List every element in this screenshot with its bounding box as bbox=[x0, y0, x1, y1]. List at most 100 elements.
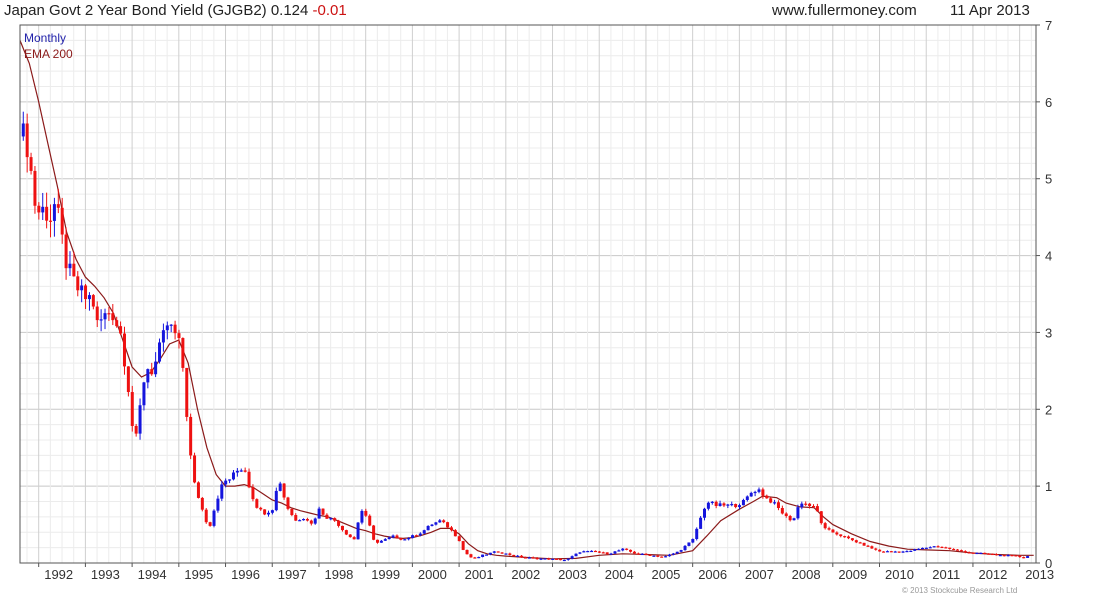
candle-body bbox=[889, 551, 893, 553]
candle-body bbox=[917, 548, 921, 551]
candle-body bbox=[558, 558, 562, 561]
candle-body bbox=[52, 204, 56, 221]
candle-body bbox=[387, 537, 391, 540]
candle-body bbox=[138, 405, 142, 434]
candle-body bbox=[407, 538, 411, 540]
candle-body bbox=[547, 558, 551, 560]
candle-body bbox=[321, 508, 325, 515]
x-tick-label: 2012 bbox=[978, 567, 1007, 582]
x-tick-label: 2002 bbox=[511, 567, 540, 582]
candle-body bbox=[987, 553, 991, 555]
candle-body bbox=[181, 338, 185, 368]
candle-body bbox=[383, 539, 387, 541]
x-tick-label: 1999 bbox=[371, 567, 400, 582]
x-tick-label: 2001 bbox=[465, 567, 494, 582]
candle-body bbox=[146, 369, 150, 383]
candle-body bbox=[395, 535, 399, 539]
candle-body bbox=[270, 510, 274, 513]
candle-body bbox=[570, 556, 574, 559]
candle-body bbox=[1002, 555, 1006, 557]
candle-body bbox=[446, 522, 450, 528]
candle-body bbox=[878, 549, 882, 552]
candle-body bbox=[905, 551, 909, 553]
candle-body bbox=[150, 369, 154, 375]
x-axis: 1992 1993 1994 1995 1996 1997 1998 1999 2000 2001… bbox=[38, 563, 1054, 582]
candle-body bbox=[683, 545, 687, 551]
x-tick-label: 2003 bbox=[558, 567, 587, 582]
candle-body bbox=[632, 551, 636, 554]
candle-body bbox=[107, 313, 111, 315]
candle-body bbox=[601, 552, 605, 554]
candle-body bbox=[936, 546, 940, 548]
candle-body bbox=[971, 552, 975, 554]
candle-body bbox=[956, 549, 960, 551]
candle-body bbox=[769, 498, 773, 503]
candle-body bbox=[60, 207, 64, 235]
candle-body bbox=[695, 528, 699, 540]
ema-200-line bbox=[19, 40, 1034, 560]
candle-body bbox=[263, 509, 267, 515]
candle-body bbox=[165, 325, 169, 331]
candle-body bbox=[897, 551, 901, 553]
candle-body bbox=[173, 324, 177, 334]
candle-body bbox=[255, 499, 259, 508]
candle-body bbox=[901, 551, 905, 553]
candle-body bbox=[228, 479, 232, 481]
x-tick-label: 1992 bbox=[44, 567, 73, 582]
candle-body bbox=[87, 295, 91, 300]
candle-body bbox=[562, 559, 566, 562]
candle-body bbox=[457, 536, 461, 542]
candle-body bbox=[368, 515, 372, 526]
x-tick-label: 2009 bbox=[838, 567, 867, 582]
y-tick-label: 3 bbox=[1045, 325, 1052, 340]
candle-body bbox=[481, 554, 485, 557]
y-tick-label: 7 bbox=[1045, 18, 1052, 33]
candle-body bbox=[991, 553, 995, 556]
candle-body bbox=[523, 557, 527, 559]
candle-body bbox=[706, 502, 710, 509]
candle-body bbox=[216, 498, 220, 511]
candle-body bbox=[337, 520, 341, 526]
candle-body bbox=[652, 555, 656, 557]
x-tick-label: 2006 bbox=[698, 567, 727, 582]
candle-body bbox=[858, 542, 862, 544]
candle-body bbox=[119, 326, 123, 334]
candle-body bbox=[391, 535, 395, 538]
candle-body bbox=[718, 503, 722, 507]
candle-body bbox=[465, 549, 469, 555]
candle-body bbox=[726, 504, 730, 506]
candle-body bbox=[379, 540, 383, 543]
candle-body bbox=[699, 517, 703, 529]
candle-body bbox=[56, 204, 60, 208]
candle-body bbox=[449, 527, 453, 531]
candle-body bbox=[348, 534, 352, 538]
candle-body bbox=[115, 320, 119, 327]
candle-body bbox=[224, 480, 228, 485]
candle-body bbox=[177, 333, 181, 339]
candle-body bbox=[882, 551, 886, 553]
candle-body bbox=[1026, 556, 1030, 558]
y-tick-label: 1 bbox=[1045, 479, 1052, 494]
candle-body bbox=[134, 425, 138, 434]
candle-body bbox=[68, 263, 72, 269]
x-tick-label: 2010 bbox=[885, 567, 914, 582]
candle-body bbox=[757, 489, 761, 492]
candle-body bbox=[590, 550, 594, 553]
candle-body bbox=[302, 519, 306, 521]
candle-body bbox=[582, 551, 586, 553]
candle-body bbox=[434, 522, 438, 525]
candle-body bbox=[555, 558, 559, 560]
candle-body bbox=[496, 551, 500, 553]
candle-body bbox=[161, 330, 165, 343]
candle-body bbox=[340, 525, 344, 531]
candle-body bbox=[885, 551, 889, 553]
candle-body bbox=[944, 547, 948, 549]
candle-body bbox=[200, 497, 204, 510]
y-tick-label: 5 bbox=[1045, 172, 1052, 187]
candle-body bbox=[722, 503, 726, 506]
candle-body bbox=[975, 552, 979, 555]
candle-body bbox=[344, 530, 348, 535]
candle-body bbox=[461, 541, 465, 550]
candle-body bbox=[660, 556, 664, 558]
candle-body bbox=[278, 483, 282, 491]
